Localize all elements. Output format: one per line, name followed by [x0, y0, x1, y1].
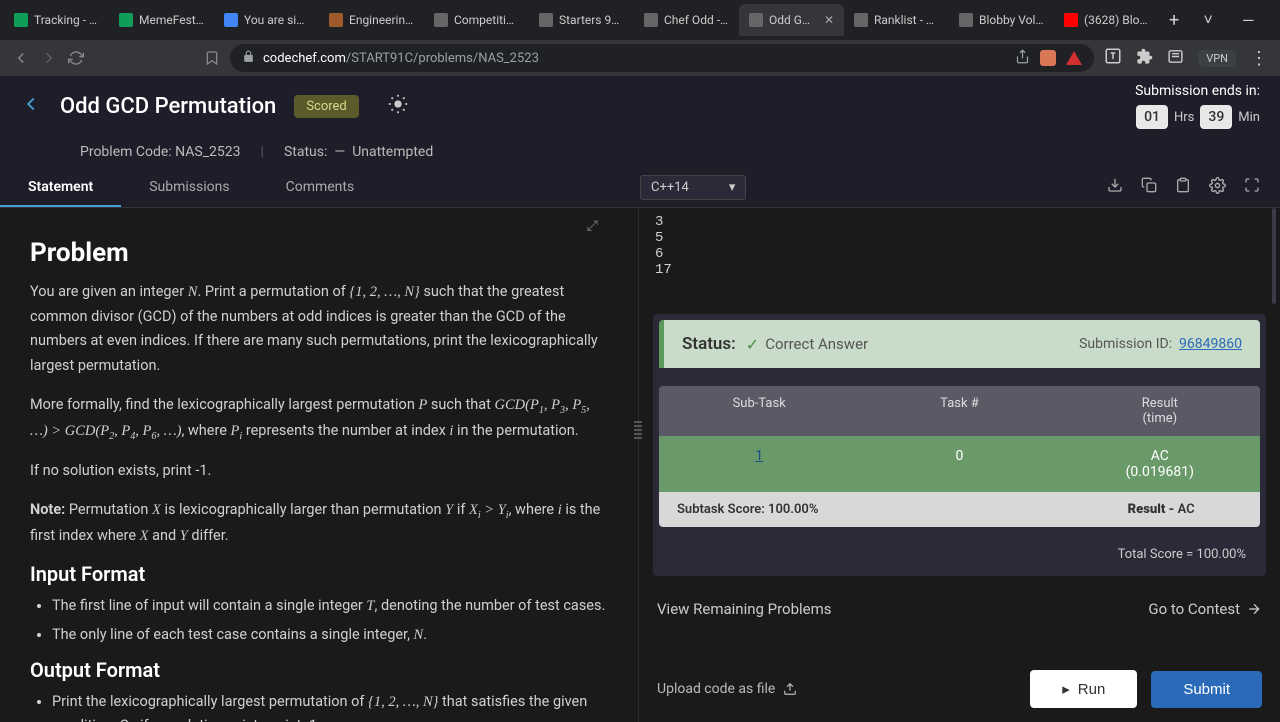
output-format-list: Print the lexicographically largest perm… — [30, 690, 608, 722]
tab-comments[interactable]: Comments — [258, 168, 383, 207]
browser-tab[interactable]: Starters 91 Div — [529, 4, 634, 36]
goto-contest-link[interactable]: Go to Contest — [1148, 600, 1262, 618]
fullscreen-icon[interactable] — [1244, 177, 1260, 198]
forward-icon[interactable] — [40, 49, 58, 67]
tab-statement[interactable]: Statement — [0, 168, 121, 207]
problem-panel[interactable]: ⤢ Problem You are given an integer N. Pr… — [0, 208, 638, 722]
translate-icon[interactable] — [1104, 47, 1122, 69]
view-remaining-link[interactable]: View Remaining Problems — [657, 600, 832, 618]
tab-submissions[interactable]: Submissions — [121, 168, 257, 207]
table-header: Task # — [859, 386, 1059, 436]
timer-minutes: 39 — [1200, 105, 1232, 129]
browser-tab[interactable]: Odd GCD P✕ — [739, 4, 844, 36]
table-header: Sub-Task — [659, 386, 859, 436]
url-domain: codechef.com — [263, 51, 346, 66]
browser-tab[interactable]: Engineering Co — [319, 4, 424, 36]
code-editor[interactable]: 3 5 6 17 — [639, 208, 1280, 304]
submission-id-link[interactable]: 96849860 — [1179, 336, 1242, 352]
back-button[interactable] — [20, 93, 42, 119]
submit-button[interactable]: Submit — [1151, 671, 1262, 708]
scored-badge: Scored — [294, 95, 358, 118]
extension-icon-1[interactable] — [1040, 50, 1056, 66]
status-bar: Status: ✓ Correct Answer Submission ID: … — [659, 320, 1260, 368]
upload-link[interactable]: Upload code as file — [657, 681, 797, 697]
browser-tab[interactable]: MemeFest (Re — [109, 4, 214, 36]
timer: Submission ends in: 01 Hrs 39 Min — [1135, 83, 1260, 129]
status-text: Correct Answer — [765, 335, 868, 353]
browser-tab[interactable]: Competitive Pr — [424, 4, 529, 36]
browser-tab[interactable]: Chef Odd - Prc — [634, 4, 739, 36]
gear-icon[interactable] — [1209, 177, 1226, 198]
output-format-heading: Output Format — [30, 658, 608, 682]
back-icon[interactable] — [12, 49, 30, 67]
new-tab-button[interactable]: + — [1159, 10, 1189, 31]
copy-icon[interactable] — [1141, 177, 1157, 198]
menu-icon[interactable]: ⋮ — [1250, 48, 1268, 69]
url-input[interactable]: codechef.com/START91C/problems/NAS_2523 — [230, 44, 1094, 72]
extensions-icon[interactable] — [1136, 48, 1153, 69]
table-header: Result (time) — [1060, 386, 1260, 436]
maximize-button[interactable]: ▢ — [1269, 6, 1280, 34]
attempt-status: Unattempted — [352, 144, 433, 160]
problem-text: You are given an integer N. Print a perm… — [30, 280, 608, 379]
problem-code: NAS_2523 — [175, 144, 240, 160]
total-score: Total Score = 100.00% — [653, 533, 1266, 576]
chevron-down-icon[interactable]: ˅ — [1189, 6, 1227, 34]
browser-tab[interactable]: (3628) Blobby — [1054, 4, 1159, 36]
subtask-score: Subtask Score: 100.00% — [659, 492, 865, 527]
bookmark-icon[interactable] — [204, 50, 220, 66]
timer-label: Submission ends in: — [1135, 83, 1260, 99]
meta-row: Problem Code: NAS_2523 | Status: — Unatt… — [0, 136, 1280, 168]
result-verdict: Result - AC — [1062, 492, 1260, 527]
expand-icon[interactable]: ⤢ — [587, 218, 598, 234]
input-format-heading: Input Format — [30, 562, 608, 586]
language-select[interactable]: C++14 ▾ — [640, 175, 746, 200]
problem-text: Note: Permutation X is lexicographically… — [30, 498, 608, 549]
browser-tabs-bar: Tracking - GooMemeFest (ReYou are signed… — [0, 0, 1280, 40]
browser-tab[interactable]: Ranklist - STAF — [844, 4, 949, 36]
address-bar: codechef.com/START91C/problems/NAS_2523 … — [0, 40, 1280, 76]
problem-text: More formally, find the lexicographicall… — [30, 393, 608, 445]
browser-tab[interactable]: Tracking - Goo — [4, 4, 109, 36]
minimize-button[interactable]: ― — [1229, 6, 1267, 34]
reload-icon[interactable] — [68, 50, 84, 66]
vpn-badge[interactable]: VPN — [1198, 50, 1236, 67]
download-icon[interactable] — [1107, 177, 1123, 198]
content-tabs: Statement Submissions Comments C++14 ▾ — [0, 168, 1280, 208]
browser-tab[interactable]: You are signed — [214, 4, 319, 36]
timer-hours: 01 — [1136, 105, 1168, 129]
subtask-link[interactable]: 1 — [755, 448, 763, 464]
theme-toggle-icon[interactable] — [387, 93, 409, 119]
run-button[interactable]: ▸ Run — [1030, 670, 1137, 708]
input-format-list: The first line of input will contain a s… — [30, 594, 608, 647]
browser-tab[interactable]: Blobby Volley — [949, 4, 1054, 36]
share-icon[interactable] — [1015, 49, 1030, 68]
check-icon: ✓ — [746, 335, 759, 354]
problem-title: Odd GCD Permutation — [60, 94, 276, 119]
page-header: Odd GCD Permutation Scored Submission en… — [0, 76, 1280, 136]
scrollbar[interactable] — [1272, 208, 1276, 304]
result-panel: Status: ✓ Correct Answer Submission ID: … — [653, 314, 1266, 576]
extension-icon-2[interactable] — [1066, 51, 1082, 65]
problem-text: If no solution exists, print -1. — [30, 459, 608, 484]
problem-heading: Problem — [30, 238, 608, 268]
result-table: Sub-Task Task # Result (time) 1 0 AC(0.0… — [659, 386, 1260, 527]
reading-list-icon[interactable] — [1167, 48, 1184, 69]
chevron-down-icon: ▾ — [729, 180, 736, 195]
url-path: /START91C/problems/NAS_2523 — [346, 51, 539, 66]
splitter-handle[interactable] — [634, 410, 642, 450]
table-row: 1 0 AC(0.019681) — [659, 436, 1260, 492]
clipboard-icon[interactable] — [1175, 177, 1191, 198]
ide-panel: 3 5 6 17 Status: ✓ Correct Answer Submis… — [638, 208, 1280, 722]
play-icon: ▸ — [1062, 680, 1070, 698]
lock-icon — [242, 50, 255, 67]
